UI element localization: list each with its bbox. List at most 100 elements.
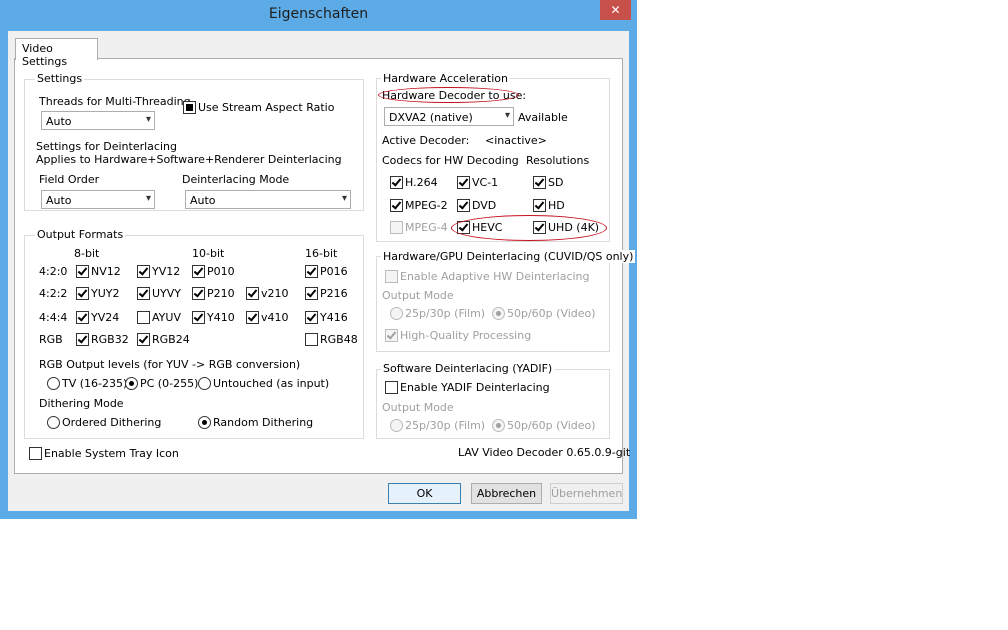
tv-range-radio[interactable] (47, 377, 60, 390)
field-order-value: Auto (46, 194, 72, 207)
sw-video-radio[interactable] (492, 419, 505, 432)
dithering-label: Dithering Mode (39, 397, 124, 410)
deint-mode-value: Auto (190, 194, 216, 207)
col-10bit-label: 10-bit (192, 247, 225, 260)
mpeg4-label[interactable]: MPEG-4 (405, 221, 448, 234)
y416-checkbox[interactable] (305, 311, 318, 324)
hd-label[interactable]: HD (548, 199, 565, 212)
deint-desc: Applies to Hardware+Software+Renderer De… (36, 153, 342, 166)
sw-film-label[interactable]: 25p/30p (Film) (405, 419, 485, 432)
sw-output-mode-label: Output Mode (382, 401, 454, 414)
field-order-combo[interactable]: Auto ▾ (41, 190, 155, 209)
pc-range-radio[interactable] (125, 377, 138, 390)
rgb48-label[interactable]: RGB48 (320, 333, 358, 346)
vc1-label[interactable]: VC-1 (472, 176, 498, 189)
hw-film-label[interactable]: 25p/30p (Film) (405, 307, 485, 320)
yadif-checkbox[interactable] (385, 381, 398, 394)
sw-film-radio[interactable] (390, 419, 403, 432)
nv12-checkbox[interactable] (76, 265, 89, 278)
system-tray-checkbox[interactable] (29, 447, 42, 460)
dvd-label[interactable]: DVD (472, 199, 496, 212)
h264-label[interactable]: H.264 (405, 176, 438, 189)
sd-checkbox[interactable] (533, 176, 546, 189)
p010-label[interactable]: P010 (207, 265, 235, 278)
tab-video-settings[interactable]: Video Settings (15, 38, 98, 68)
system-tray-label[interactable]: Enable System Tray Icon (44, 447, 179, 460)
ordered-dithering-label[interactable]: Ordered Dithering (62, 416, 161, 429)
p210-label[interactable]: P210 (207, 287, 235, 300)
rgb48-checkbox[interactable] (305, 333, 318, 346)
hw-video-radio[interactable] (492, 307, 505, 320)
hq-processing-label[interactable]: High-Quality Processing (400, 329, 531, 342)
ordered-dithering-radio[interactable] (47, 416, 60, 429)
stream-aspect-label[interactable]: Use Stream Aspect Ratio (198, 101, 334, 114)
uyvy-label[interactable]: UYVY (152, 287, 181, 300)
p010-checkbox[interactable] (192, 265, 205, 278)
close-button[interactable]: ✕ (600, 0, 631, 20)
y416-label[interactable]: Y416 (320, 311, 348, 324)
hw-output-mode-label: Output Mode (382, 289, 454, 302)
yuy2-checkbox[interactable] (76, 287, 89, 300)
ok-button[interactable]: OK (388, 483, 461, 504)
chevron-down-icon: ▾ (145, 193, 151, 204)
col-16bit-label: 16-bit (305, 247, 338, 260)
y410-checkbox[interactable] (192, 311, 205, 324)
threads-combo[interactable]: Auto ▾ (41, 111, 155, 130)
sw-video-label[interactable]: 50p/60p (Video) (507, 419, 596, 432)
row-rgb-label: RGB (39, 333, 63, 346)
hq-processing-checkbox[interactable] (385, 329, 398, 342)
ayuv-checkbox[interactable] (137, 311, 150, 324)
rgb32-checkbox[interactable] (76, 333, 89, 346)
uyvy-checkbox[interactable] (137, 287, 150, 300)
mpeg4-checkbox[interactable] (390, 221, 403, 234)
hw-video-label[interactable]: 50p/60p (Video) (507, 307, 596, 320)
nv12-label[interactable]: NV12 (91, 265, 121, 278)
random-dithering-label[interactable]: Random Dithering (213, 416, 313, 429)
v210-checkbox[interactable] (246, 287, 259, 300)
vc1-checkbox[interactable] (457, 176, 470, 189)
title-bar: Eigenschaften ✕ (0, 0, 637, 31)
yv12-label[interactable]: YV12 (152, 265, 180, 278)
yv24-label[interactable]: YV24 (91, 311, 119, 324)
v410-checkbox[interactable] (246, 311, 259, 324)
rgb24-label[interactable]: RGB24 (152, 333, 190, 346)
yv12-checkbox[interactable] (137, 265, 150, 278)
ayuv-label[interactable]: AYUV (152, 311, 181, 324)
v410-label[interactable]: v410 (261, 311, 289, 324)
codecs-label: Codecs for HW Decoding (382, 154, 519, 167)
yadif-label[interactable]: Enable YADIF Deinterlacing (400, 381, 550, 394)
field-order-label: Field Order (39, 173, 100, 186)
yv24-checkbox[interactable] (76, 311, 89, 324)
deint-mode-label: Deinterlacing Mode (182, 173, 290, 186)
sd-label[interactable]: SD (548, 176, 563, 189)
mpeg2-checkbox[interactable] (390, 199, 403, 212)
hw-decoder-combo[interactable]: DXVA2 (native) ▾ (384, 107, 514, 126)
p016-label[interactable]: P016 (320, 265, 348, 278)
adaptive-hw-deint-checkbox[interactable] (385, 270, 398, 283)
apply-button[interactable]: Übernehmen (550, 483, 623, 504)
v210-label[interactable]: v210 (261, 287, 289, 300)
rgb32-label[interactable]: RGB32 (91, 333, 129, 346)
hw-film-radio[interactable] (390, 307, 403, 320)
mpeg2-label[interactable]: MPEG-2 (405, 199, 448, 212)
hd-checkbox[interactable] (533, 199, 546, 212)
yuy2-label[interactable]: YUY2 (91, 287, 120, 300)
untouched-radio[interactable] (198, 377, 211, 390)
p210-checkbox[interactable] (192, 287, 205, 300)
p216-label[interactable]: P216 (320, 287, 348, 300)
y410-label[interactable]: Y410 (207, 311, 235, 324)
h264-checkbox[interactable] (390, 176, 403, 189)
cancel-button[interactable]: Abbrechen (471, 483, 542, 504)
tv-range-label[interactable]: TV (16-235) (62, 377, 127, 390)
rgb24-checkbox[interactable] (137, 333, 150, 346)
random-dithering-radio[interactable] (198, 416, 211, 429)
pc-range-label[interactable]: PC (0-255) (140, 377, 198, 390)
chevron-down-icon: ▾ (504, 110, 510, 121)
dvd-checkbox[interactable] (457, 199, 470, 212)
deint-mode-combo[interactable]: Auto ▾ (185, 190, 351, 209)
p016-checkbox[interactable] (305, 265, 318, 278)
p216-checkbox[interactable] (305, 287, 318, 300)
stream-aspect-checkbox[interactable] (183, 101, 196, 114)
adaptive-hw-deint-label[interactable]: Enable Adaptive HW Deinterlacing (400, 270, 590, 283)
untouched-label[interactable]: Untouched (as input) (213, 377, 329, 390)
